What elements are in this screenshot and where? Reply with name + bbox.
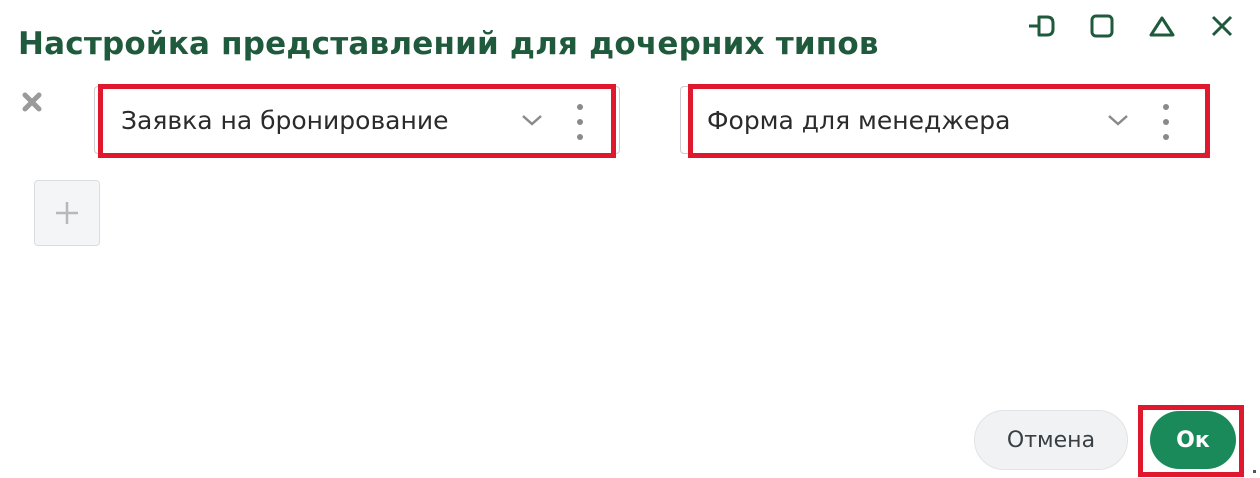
chevron-down-icon[interactable] bbox=[1106, 110, 1130, 130]
maximize-icon bbox=[1090, 14, 1114, 38]
more-options-button[interactable] bbox=[1160, 104, 1172, 140]
minimize-icon bbox=[1149, 16, 1175, 37]
dot-icon bbox=[1163, 119, 1169, 125]
plus-icon bbox=[56, 202, 78, 224]
dialog-title: Настройка представлений для дочерних тип… bbox=[18, 26, 879, 62]
window-controls bbox=[1024, 8, 1240, 44]
dot-icon bbox=[1163, 134, 1169, 140]
close-icon bbox=[22, 92, 42, 112]
add-row-button[interactable] bbox=[34, 180, 100, 246]
maximize-button[interactable] bbox=[1084, 8, 1120, 44]
type-select[interactable]: Заявка на бронирование bbox=[94, 86, 620, 154]
dot-mark bbox=[1253, 470, 1256, 473]
dot-icon bbox=[577, 134, 583, 140]
ok-button[interactable]: Ок bbox=[1150, 411, 1236, 469]
dot-icon bbox=[577, 104, 583, 110]
minimize-button[interactable] bbox=[1144, 8, 1180, 44]
dot-icon bbox=[577, 119, 583, 125]
close-icon bbox=[1211, 15, 1233, 37]
unpin-icon bbox=[1029, 15, 1055, 37]
cancel-button[interactable]: Отмена bbox=[974, 410, 1128, 470]
form-select[interactable]: Форма для менеджера bbox=[680, 86, 1206, 154]
dot-icon bbox=[1163, 104, 1169, 110]
unpin-button[interactable] bbox=[1024, 8, 1060, 44]
close-button[interactable] bbox=[1204, 8, 1240, 44]
form-select-value: Форма для менеджера bbox=[707, 106, 1011, 135]
remove-row-button[interactable] bbox=[20, 90, 44, 114]
type-select-value: Заявка на бронирование bbox=[121, 106, 449, 135]
more-options-button[interactable] bbox=[574, 104, 586, 140]
chevron-down-icon[interactable] bbox=[520, 110, 544, 130]
